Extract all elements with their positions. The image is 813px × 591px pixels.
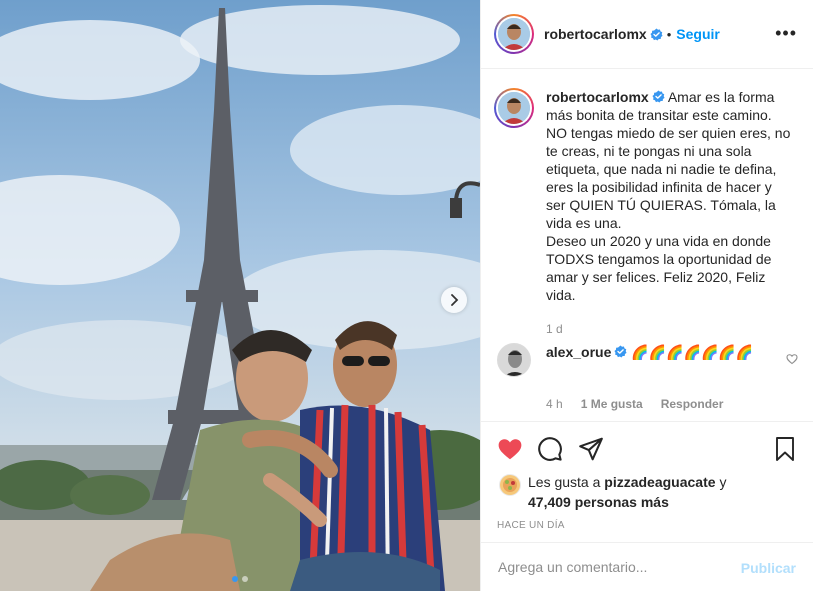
next-photo-button[interactable] — [441, 287, 467, 313]
comment-likes-count[interactable]: 1 Me gusta — [581, 397, 643, 411]
comment-timestamp[interactable]: 4 h — [546, 397, 563, 411]
caption-username[interactable]: robertocarlomx — [546, 89, 649, 105]
chevron-right-icon — [451, 294, 459, 306]
post-date[interactable]: HACE UN DÍA — [497, 520, 565, 531]
verified-badge-icon — [652, 90, 665, 103]
bookmark-icon[interactable] — [773, 436, 797, 462]
avatar[interactable] — [494, 14, 534, 54]
post-side-panel: robertocarlomx • Seguir ••• robertocarlo… — [480, 0, 813, 591]
comment-like-heart-icon[interactable] — [786, 353, 798, 365]
comment-username[interactable]: alex_orue — [546, 344, 611, 360]
more-options-icon[interactable]: ••• — [775, 24, 797, 42]
follow-button[interactable]: Seguir — [676, 26, 720, 42]
carousel-indicator — [0, 576, 480, 582]
commenter-photo — [498, 344, 530, 376]
profile-photo — [498, 92, 530, 124]
eiffel-tower-photo — [0, 0, 480, 591]
caption-timestamp[interactable]: 1 d — [546, 322, 563, 336]
verified-badge-icon — [650, 27, 663, 41]
caption-text: Amar es la forma más bonita de transitar… — [546, 89, 791, 303]
add-comment-bar: Publicar — [481, 542, 813, 591]
comment-input[interactable] — [498, 559, 718, 575]
reply-button[interactable]: Responder — [661, 397, 724, 411]
post-header: robertocarlomx • Seguir ••• — [481, 0, 813, 69]
comment-meta: 4 h 1 Me gusta Responder — [546, 397, 741, 411]
share-icon[interactable] — [578, 436, 604, 462]
likes-prefix: Les gusta a — [528, 474, 601, 490]
post-caption: robertocarlomx Amar es la forma más boni… — [494, 88, 804, 304]
comment-text: 🌈🌈🌈🌈🌈🌈🌈 — [631, 344, 754, 360]
comment-text-block: alex_orue 🌈🌈🌈🌈🌈🌈🌈 — [546, 343, 766, 377]
publish-button[interactable]: Publicar — [741, 560, 796, 576]
caption-text-block: robertocarlomx Amar es la forma más boni… — [546, 88, 792, 304]
post-photo[interactable] — [0, 0, 480, 591]
profile-photo — [498, 18, 530, 50]
likes-connector: y — [719, 474, 727, 490]
commenter-avatar[interactable] — [497, 343, 531, 377]
liker-avatar[interactable] — [499, 474, 521, 496]
pizza-avatar-icon — [500, 475, 520, 495]
heart-icon[interactable] — [497, 436, 523, 462]
header-separator: • — [666, 26, 672, 42]
verified-badge-icon — [614, 345, 627, 358]
instagram-post: robertocarlomx • Seguir ••• robertocarlo… — [0, 0, 813, 591]
carousel-dot-active — [232, 576, 238, 582]
header-username[interactable]: robertocarlomx — [544, 26, 647, 42]
likes-text: Les gusta a pizzadeaguacate y 47,409 per… — [528, 472, 726, 512]
action-icons-row — [497, 436, 799, 464]
comment-item: alex_orue 🌈🌈🌈🌈🌈🌈🌈 — [494, 343, 804, 377]
liker-username[interactable]: pizzadeaguacate — [604, 474, 715, 490]
likes-summary: Les gusta a pizzadeaguacate y 47,409 per… — [499, 472, 726, 512]
likes-others-count[interactable]: 47,409 personas más — [528, 494, 669, 510]
carousel-dot — [242, 576, 248, 582]
comment-icon[interactable] — [537, 436, 563, 462]
caption-avatar[interactable] — [494, 88, 534, 128]
